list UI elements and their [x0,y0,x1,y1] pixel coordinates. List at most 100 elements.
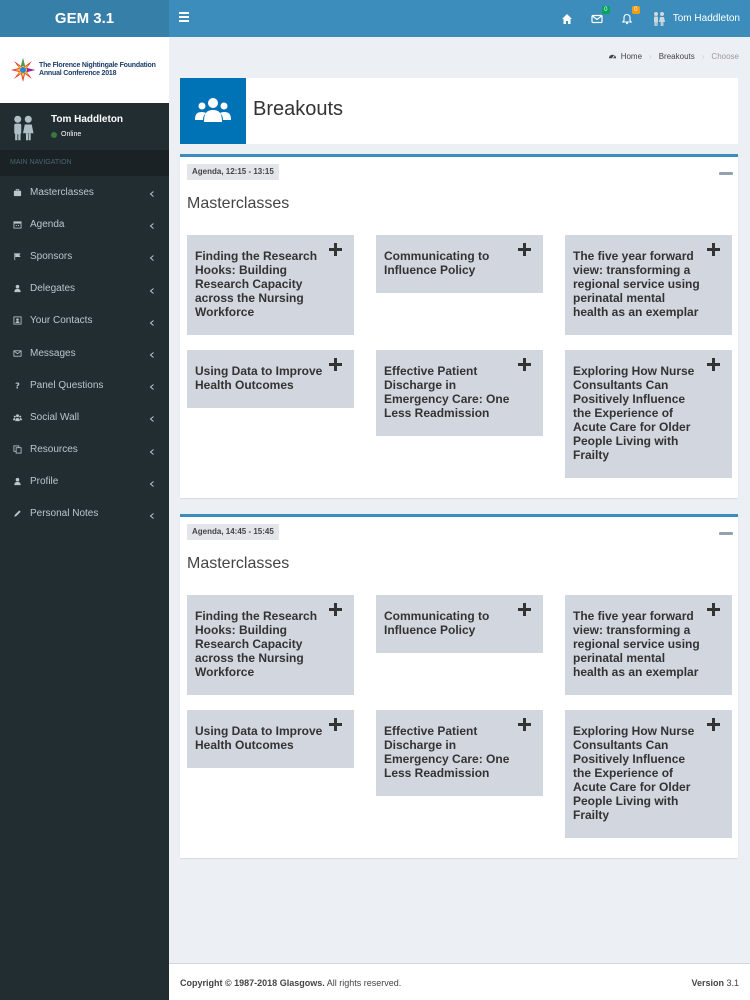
navbar-right: 0 0 Tom Haddleton [561,0,740,37]
sidebar-item-label: Masterclasses [30,186,94,198]
chevron-left-icon [149,414,155,423]
plus-icon[interactable] [707,358,720,371]
plus-icon[interactable] [518,358,531,371]
masterclass-title: Exploring How Nurse Consultants Can Posi… [573,724,695,822]
sidebar-item-your-contacts[interactable]: Your Contacts [0,305,169,337]
breadcrumb-separator: › [701,52,705,61]
masterclass-card[interactable]: The five year forward view: transforming… [565,595,732,695]
sidebar-item-personal-notes[interactable]: Personal Notes [0,498,169,530]
plus-icon[interactable] [518,603,531,616]
pencil-icon [12,509,22,519]
sidebar-user-name: Tom Haddleton [51,114,124,125]
conference-name-line1: The Florence Nightingale Foundation [39,62,156,69]
sidebar-menu: Masterclasses Agenda Sponsors Delegates Your… [0,176,169,530]
sidebar-item-messages[interactable]: Messages [0,337,169,369]
page-header: Breakouts [180,78,738,144]
copyright-company[interactable]: Glasgows. [280,978,325,988]
sidebar-item-sponsors[interactable]: Sponsors [0,240,169,272]
sidebar-item-label: Sponsors [30,250,73,262]
masterclass-card[interactable]: The five year forward view: transforming… [565,235,732,335]
avatar [14,115,34,141]
plus-icon[interactable] [707,718,720,731]
sidebar-item-profile[interactable]: Profile [0,466,169,498]
masterclass-card[interactable]: Finding the Research Hooks: Building Res… [187,235,354,335]
app-logo[interactable]: GEM 3.1 [0,0,169,37]
masterclass-card[interactable]: Using Data to Improve Health Outcomes [187,350,354,408]
breadcrumb-breakouts[interactable]: Breakouts [659,52,695,61]
masterclass-title: Finding the Research Hooks: Building Res… [195,609,318,679]
collapse-minus-icon[interactable] [719,532,733,535]
sidebar-item-resources[interactable]: Resources [0,434,169,466]
chevron-left-icon [149,479,155,487]
main-content: Home › Breakouts › Choose Breakouts Agen… [169,37,750,963]
user-status-label: Online [61,131,82,138]
masterclass-title: Exploring How Nurse Consultants Can Posi… [573,364,695,462]
page-title: Breakouts [253,98,344,120]
header-user-name: Tom Haddleton [672,13,740,24]
plus-icon[interactable] [329,358,342,371]
version-number: 3.1 [726,978,739,988]
contact-card-icon [12,316,22,326]
sidebar-item-masterclasses[interactable]: Masterclasses [0,176,169,208]
conference-name-line2: Annual Conference 2018 [39,70,117,77]
chevron-left-icon [149,350,155,358]
user-icon [12,477,22,487]
sidebar-item-delegates[interactable]: Delegates [0,273,169,305]
sidebar-item-social-wall[interactable]: Social Wall [0,401,169,433]
masterclass-title: Using Data to Improve Health Outcomes [195,364,323,392]
breadcrumb-home[interactable]: Home [621,52,642,61]
sidebar-item-label: Your Contacts [30,315,93,327]
plus-icon[interactable] [329,243,342,256]
plus-icon[interactable] [329,718,342,731]
session-box: Agenda, 12:15 - 13:15 Masterclasses Findin… [180,154,738,498]
sidebar-item-agenda[interactable]: Agenda [0,208,169,240]
user-menu[interactable]: Tom Haddleton [651,11,740,27]
chevron-left-icon [149,221,155,230]
masterclass-title: Effective Patient Discharge in Emergency… [384,364,510,420]
sidebar-item-label: Panel Questions [30,379,104,391]
group-icon [180,78,246,144]
sidebar-item-label: Messages [30,347,76,359]
session-box: Agenda, 14:45 - 15:45 Masterclasses Findin… [180,514,738,858]
masterclass-title: The five year forward view: transforming… [573,249,700,319]
plus-icon[interactable] [518,243,531,256]
masterclass-title: Effective Patient Discharge in Emergency… [384,724,510,780]
masterclass-title: Finding the Research Hooks: Building Res… [195,249,318,319]
sidebar-item-label: Social Wall [30,411,80,423]
sidebar-item-label: Resources [30,444,78,456]
masterclass-card[interactable]: Effective Patient Discharge in Emergency… [376,710,543,796]
bell-icon[interactable]: 0 [621,5,640,25]
plus-icon[interactable] [329,603,342,616]
masterclass-card[interactable]: Exploring How Nurse Consultants Can Posi… [565,710,732,838]
plus-icon[interactable] [707,603,720,616]
envelope-icon [12,348,22,358]
briefcase-icon [12,187,22,197]
mail-icon[interactable]: 0 [591,5,610,25]
flag-icon [12,251,22,261]
section-title: Masterclasses [187,555,290,572]
masterclass-title: Communicating to Influence Policy [384,249,490,277]
breadcrumb: Home › Breakouts › Choose [608,52,739,61]
nav-header: MAIN NAVIGATION [0,150,169,176]
plus-icon[interactable] [707,243,720,256]
masterclass-title: Using Data to Improve Health Outcomes [195,724,323,752]
masterclass-card[interactable]: Exploring How Nurse Consultants Can Posi… [565,350,732,478]
user-status: Online [51,131,81,138]
navbar: 0 0 Tom Haddleton [169,0,750,37]
masterclass-card[interactable]: Finding the Research Hooks: Building Res… [187,595,354,695]
masterclass-card[interactable]: Using Data to Improve Health Outcomes [187,710,354,768]
home-icon[interactable] [561,13,573,25]
masterclass-card[interactable]: Communicating to Influence Policy [376,595,543,653]
masterclass-card[interactable]: Communicating to Influence Policy [376,235,543,293]
sidebar-item-label: Delegates [30,283,76,295]
collapse-minus-icon[interactable] [719,172,733,175]
svg-text:?: ? [15,381,20,390]
hamburger-icon[interactable] [179,12,189,22]
masterclass-card[interactable]: Effective Patient Discharge in Emergency… [376,350,543,436]
chevron-left-icon [149,318,155,326]
online-status-icon [51,131,57,138]
plus-icon[interactable] [518,718,531,731]
sidebar-item-panel-questions[interactable]: ? Panel Questions [0,369,169,401]
sidebar-item-label: Profile [30,476,59,488]
copyright: Copyright © 1987-2018 Glasgows. All righ… [180,978,401,988]
